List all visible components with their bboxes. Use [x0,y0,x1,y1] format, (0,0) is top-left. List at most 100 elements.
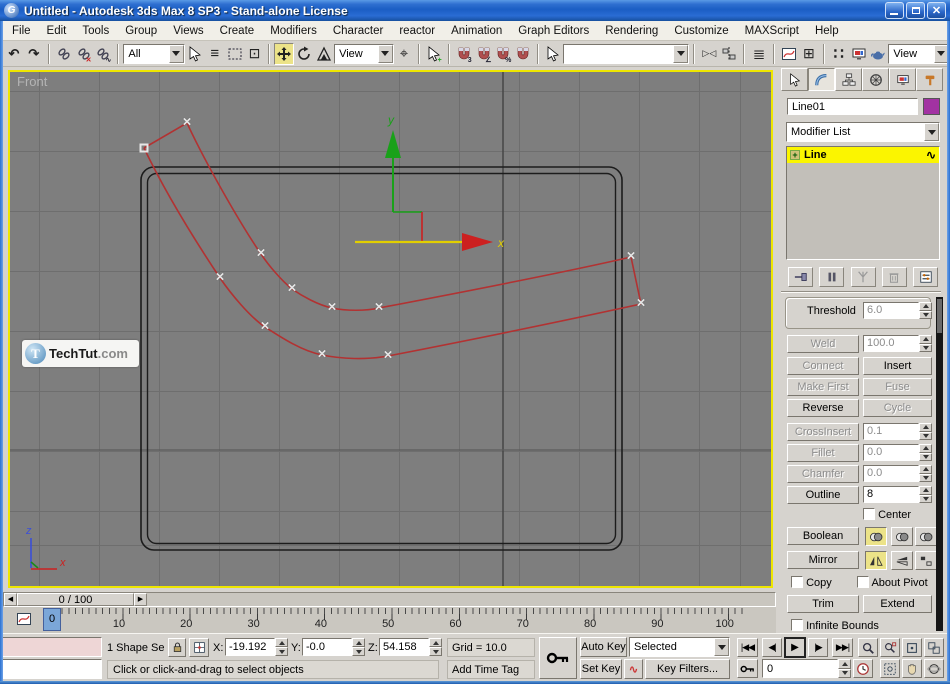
fillet-button[interactable]: Fillet [787,444,859,462]
time-back-button[interactable]: ◀ [4,593,17,606]
vertex-marker[interactable]: × [288,284,297,294]
vertex-marker[interactable]: × [328,303,337,313]
modifier-list-dropdown[interactable]: Modifier List [786,122,940,142]
show-end-result-button[interactable] [819,267,844,287]
threshold-spinner[interactable] [919,302,932,319]
make-unique-button[interactable] [851,267,876,287]
extend-button[interactable]: Extend [863,595,932,613]
about-pivot-checkbox[interactable] [857,576,869,588]
select-move-button[interactable] [274,43,294,65]
reference-coordinate-dropdown[interactable]: View [334,44,394,64]
x-coord-field[interactable] [225,638,275,656]
spline-cap-left[interactable] [144,123,187,148]
material-editor-button[interactable]: ∷ [829,43,849,65]
outline-button[interactable]: Outline [787,486,859,504]
vertex-marker[interactable]: × [627,252,636,262]
mirror-vertical-button[interactable] [891,551,913,570]
panel-scrollbar[interactable] [936,297,943,631]
arc-rotate-button[interactable] [924,659,944,678]
tab-utilities[interactable] [916,68,943,91]
default-tangent-button[interactable]: ∿ [624,659,643,679]
minimize-button[interactable] [885,2,904,19]
menu-animation[interactable]: Animation [443,23,510,39]
panel-scrollbar-thumb[interactable] [937,299,942,333]
mirror-rollout-button[interactable]: Mirror [787,551,859,569]
threshold-field[interactable]: 6.0 [863,302,919,319]
current-frame-field[interactable] [762,659,838,678]
object-name-field[interactable] [787,98,918,115]
trim-button[interactable]: Trim [787,595,859,613]
select-object-button[interactable] [185,43,205,65]
mini-curve-editor-button[interactable] [15,611,33,630]
undo-button[interactable]: ↶ [4,43,24,65]
dropdown-arrow-icon[interactable] [378,45,393,63]
key-mode-toggle-button[interactable] [737,659,758,678]
first-vertex-marker[interactable] [140,144,149,153]
outline-field[interactable]: 8 [863,486,919,503]
zoom-button[interactable] [858,638,878,657]
macro-recorder-field[interactable] [2,637,102,657]
weld-spinner[interactable] [919,335,932,352]
named-selection-dropdown[interactable] [563,44,689,64]
menu-rendering[interactable]: Rendering [597,23,666,39]
time-slider-handle[interactable]: 0 / 100 [17,593,134,606]
boolean-button[interactable]: Boolean [787,527,859,545]
crossinsert-button[interactable]: CrossInsert [787,423,859,441]
menu-character[interactable]: Character [325,23,392,39]
maxscript-listener-field[interactable] [2,659,102,679]
make-first-button[interactable]: Make First [787,378,859,396]
bind-spacewarp-button[interactable]: ∿ [94,43,114,65]
render-setup-button[interactable] [849,43,869,65]
schematic-view-button[interactable]: ⊞ [799,43,819,65]
viewport-canvas[interactable]: x y z x Front T TechTut.com ××××××××××× [8,70,773,588]
align-button[interactable] [719,43,739,65]
select-manipulate-button[interactable]: + [424,43,444,65]
percent-snap-button[interactable]: % [493,43,513,65]
pin-stack-button[interactable] [788,267,813,287]
selection-filter-dropdown[interactable]: All [123,44,185,64]
dropdown-arrow-icon[interactable] [673,45,688,63]
auto-key-button[interactable]: Auto Key [580,637,627,657]
set-keys-button[interactable] [539,637,577,679]
key-mode-dropdown[interactable]: Selected [629,637,730,657]
menu-group[interactable]: Group [117,23,165,39]
edit-named-selections-button[interactable] [543,43,563,65]
menu-file[interactable]: File [4,23,39,39]
quick-render-button[interactable] [869,43,889,65]
mirror-both-button[interactable] [915,551,937,570]
configure-modifier-sets-button[interactable] [913,267,938,287]
trackbar-ruler[interactable] [46,608,752,632]
selection-lock-button[interactable] [168,638,186,657]
current-frame-marker[interactable]: 0 [43,608,61,631]
tab-modify[interactable] [808,68,835,91]
selection-region-button[interactable] [225,43,245,65]
redo-button[interactable]: ↷ [24,43,44,65]
menu-reactor[interactable]: reactor [391,23,443,39]
z-coord-field[interactable] [379,638,429,656]
go-start-button[interactable]: |◀◀ [737,638,758,657]
set-key-button[interactable]: Set Key [580,659,622,679]
vertex-marker[interactable]: × [375,303,384,313]
zoom-extents-all-button[interactable] [924,638,944,657]
tab-display[interactable] [889,68,916,91]
prev-frame-button[interactable]: ◀| [762,638,782,657]
object-color-swatch[interactable] [923,98,940,115]
chamfer-spinner[interactable] [919,465,932,482]
stack-item-line[interactable]: + Line ∿ [787,147,939,163]
cycle-button[interactable]: Cycle [863,399,932,417]
menu-graph-editors[interactable]: Graph Editors [510,23,597,39]
z-coord-spinner[interactable] [429,638,442,656]
play-button[interactable]: ▶ [784,637,806,658]
rectangle-spline-inner[interactable] [148,174,616,544]
frame-spinner[interactable] [838,659,851,678]
unlink-button[interactable]: ✕ [74,43,94,65]
dropdown-arrow-icon[interactable] [924,123,939,141]
track-bar[interactable]: 102030405060708090100 0 [3,607,776,633]
vertex-marker[interactable]: × [216,273,225,283]
menu-create[interactable]: Create [212,23,263,39]
boolean-union-button[interactable] [865,527,887,546]
select-scale-button[interactable] [314,43,334,65]
select-link-button[interactable] [54,43,74,65]
y-coord-field[interactable] [302,638,352,656]
connect-button[interactable]: Connect [787,357,859,375]
